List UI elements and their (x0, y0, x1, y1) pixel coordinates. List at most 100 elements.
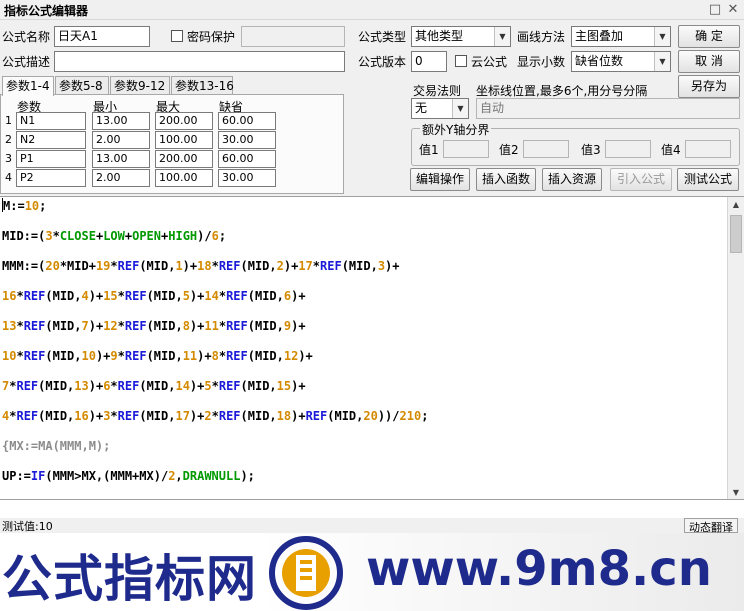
cloud-checkbox[interactable] (455, 55, 467, 67)
code-token: REF (124, 349, 147, 363)
param-table: 参数 最小 最大 缺省 1 N1 13.00 200.00 60.00 2 N2… (0, 94, 344, 194)
code-token: {MX:=MA(MMM,M); (2, 439, 111, 453)
code-token: 7 (81, 319, 89, 333)
tab-params-1-4[interactable]: 参数1-4 (2, 76, 54, 96)
type-select[interactable]: 其他类型 ▼ (411, 26, 511, 47)
version-input[interactable]: 0 (411, 51, 447, 72)
code-token: 19 (95, 259, 111, 273)
code-editor[interactable]: M:=10; MID:=(3*CLOSE+LOW+OPEN+HIGH)/6; MMM… (0, 196, 744, 500)
tab-params-9-12[interactable]: 参数9-12 (110, 76, 170, 95)
param-min-input[interactable]: 13.00 (92, 150, 150, 168)
insert-resource-button[interactable]: 插入资源 (542, 168, 602, 191)
cloud-label: 云公式 (471, 55, 508, 69)
draw-label: 画线方法 (517, 30, 566, 44)
code-line[interactable]: {MX:=MA(MMM,M); (2, 437, 720, 467)
code-token: )+ (88, 379, 104, 393)
code-token: (MID, (146, 289, 183, 303)
code-token: * (211, 409, 219, 423)
param-max-input[interactable]: 100.00 (155, 131, 213, 149)
code-line[interactable]: MMM:=(20*MID+19*REF(MID,1)+18*REF(MID,2)… (2, 257, 720, 287)
scroll-up-icon[interactable]: ▲ (728, 197, 744, 213)
edit-ops-button[interactable]: 编辑操作 (410, 168, 470, 191)
code-token: 13 (2, 319, 17, 333)
dynamic-translate-button[interactable]: 动态翻译 (684, 518, 738, 534)
param-default-input[interactable]: 60.00 (218, 150, 276, 168)
status-bar: 测试值:10 动态翻译 (0, 518, 744, 534)
code-token: REF (218, 409, 241, 423)
code-token: (MID, (45, 349, 82, 363)
ok-button[interactable]: 确 定 (678, 25, 740, 48)
code-line[interactable]: M:=10; (2, 197, 720, 227)
scroll-thumb[interactable] (730, 215, 742, 253)
watermark-logo-icon (269, 536, 343, 610)
code-token: MID:=( (2, 229, 46, 243)
param-name-input[interactable]: N2 (16, 131, 86, 149)
decimal-select[interactable]: 缺省位数 ▼ (571, 51, 671, 72)
code-token: HIGH (168, 229, 198, 243)
code-token: )+ (197, 349, 212, 363)
code-line[interactable]: 7*REF(MID,13)+6*REF(MID,14)+5*REF(MID,15… (2, 377, 720, 407)
axis-value-3-input[interactable] (605, 140, 651, 158)
code-token: )+ (182, 259, 198, 273)
code-token: REF (117, 259, 140, 273)
import-formula-button[interactable]: 引入公式 (610, 168, 672, 191)
vertical-scrollbar[interactable]: ▲ ▼ (727, 197, 744, 499)
code-line[interactable]: 10*REF(MID,10)+9*REF(MID,11)+8*REF(MID,1… (2, 347, 720, 377)
draw-select[interactable]: 主图叠加 ▼ (571, 26, 671, 47)
code-token: 12 (283, 349, 299, 363)
axis-value-1-input[interactable] (443, 140, 489, 158)
save-as-button[interactable]: 另存为 (678, 75, 740, 98)
code-token: 5 (182, 289, 190, 303)
tab-params-13-16[interactable]: 参数13-16 (171, 76, 234, 95)
param-default-input[interactable]: 30.00 (218, 131, 276, 149)
code-token: M:= (3, 199, 25, 213)
param-min-input[interactable]: 13.00 (92, 112, 150, 130)
axis-value-1-label: 值1 (419, 143, 439, 157)
scroll-down-icon[interactable]: ▼ (728, 485, 744, 499)
code-token: (MID, (240, 409, 277, 423)
param-min-input[interactable]: 2.00 (92, 131, 150, 149)
code-token: * (16, 319, 24, 333)
code-area[interactable]: M:=10; MID:=(3*CLOSE+LOW+OPEN+HIGH)/6; MMM… (2, 197, 720, 497)
param-name-input[interactable]: P1 (16, 150, 86, 168)
test-formula-button[interactable]: 测试公式 (677, 168, 739, 191)
insert-function-button[interactable]: 插入函数 (476, 168, 536, 191)
param-max-input[interactable]: 100.00 (155, 169, 213, 187)
name-input[interactable]: 日天A1 (54, 26, 150, 47)
close-icon[interactable]: ✕ (725, 2, 741, 18)
trade-select[interactable]: 无 ▼ (411, 98, 469, 119)
code-line[interactable]: 13*REF(MID,7)+12*REF(MID,8)+11*REF(MID,9… (2, 317, 720, 347)
code-line[interactable]: 16*REF(MID,4)+15*REF(MID,5)+14*REF(MID,6… (2, 287, 720, 317)
restore-icon[interactable]: □ (707, 2, 723, 18)
code-token: (MMM>MX,(MMM+MX)/ (45, 469, 169, 483)
chevron-down-icon: ▼ (654, 52, 670, 71)
code-token: * (16, 289, 24, 303)
param-default-input[interactable]: 30.00 (218, 169, 276, 187)
code-line[interactable]: 4*REF(MID,16)+3*REF(MID,17)+2*REF(MID,18… (2, 407, 720, 437)
code-line[interactable]: MID:=(3*CLOSE+LOW+OPEN+HIGH)/6; (2, 227, 720, 257)
code-line[interactable]: UP:=IF(MMM>MX,(MMM+MX)/2,DRAWNULL); (2, 467, 720, 497)
param-min-input[interactable]: 2.00 (92, 169, 150, 187)
param-name-input[interactable]: P2 (16, 169, 86, 187)
desc-input[interactable] (54, 51, 345, 72)
param-max-input[interactable]: 200.00 (155, 112, 213, 130)
password-checkbox[interactable] (171, 30, 183, 42)
code-token: (MID, (247, 319, 284, 333)
axis-value-2-input[interactable] (523, 140, 569, 158)
param-max-input[interactable]: 200.00 (155, 150, 213, 168)
param-name-input[interactable]: N1 (16, 112, 86, 130)
code-token: IF (30, 469, 46, 483)
param-default-input[interactable]: 60.00 (218, 112, 276, 130)
code-token: ; (39, 199, 47, 213)
code-token: 3 (45, 229, 53, 243)
code-token: (MID, (327, 409, 364, 423)
coord-input[interactable]: 自动 (476, 98, 740, 119)
axis-value-4-input[interactable] (685, 140, 731, 158)
code-token: 8 (211, 349, 219, 363)
cancel-button[interactable]: 取 消 (678, 50, 740, 73)
code-token: REF (23, 319, 46, 333)
code-token: ))/ (377, 409, 400, 423)
tab-params-5-8[interactable]: 参数5-8 (55, 76, 109, 95)
password-input[interactable] (241, 26, 345, 47)
code-token: )+ (88, 289, 104, 303)
